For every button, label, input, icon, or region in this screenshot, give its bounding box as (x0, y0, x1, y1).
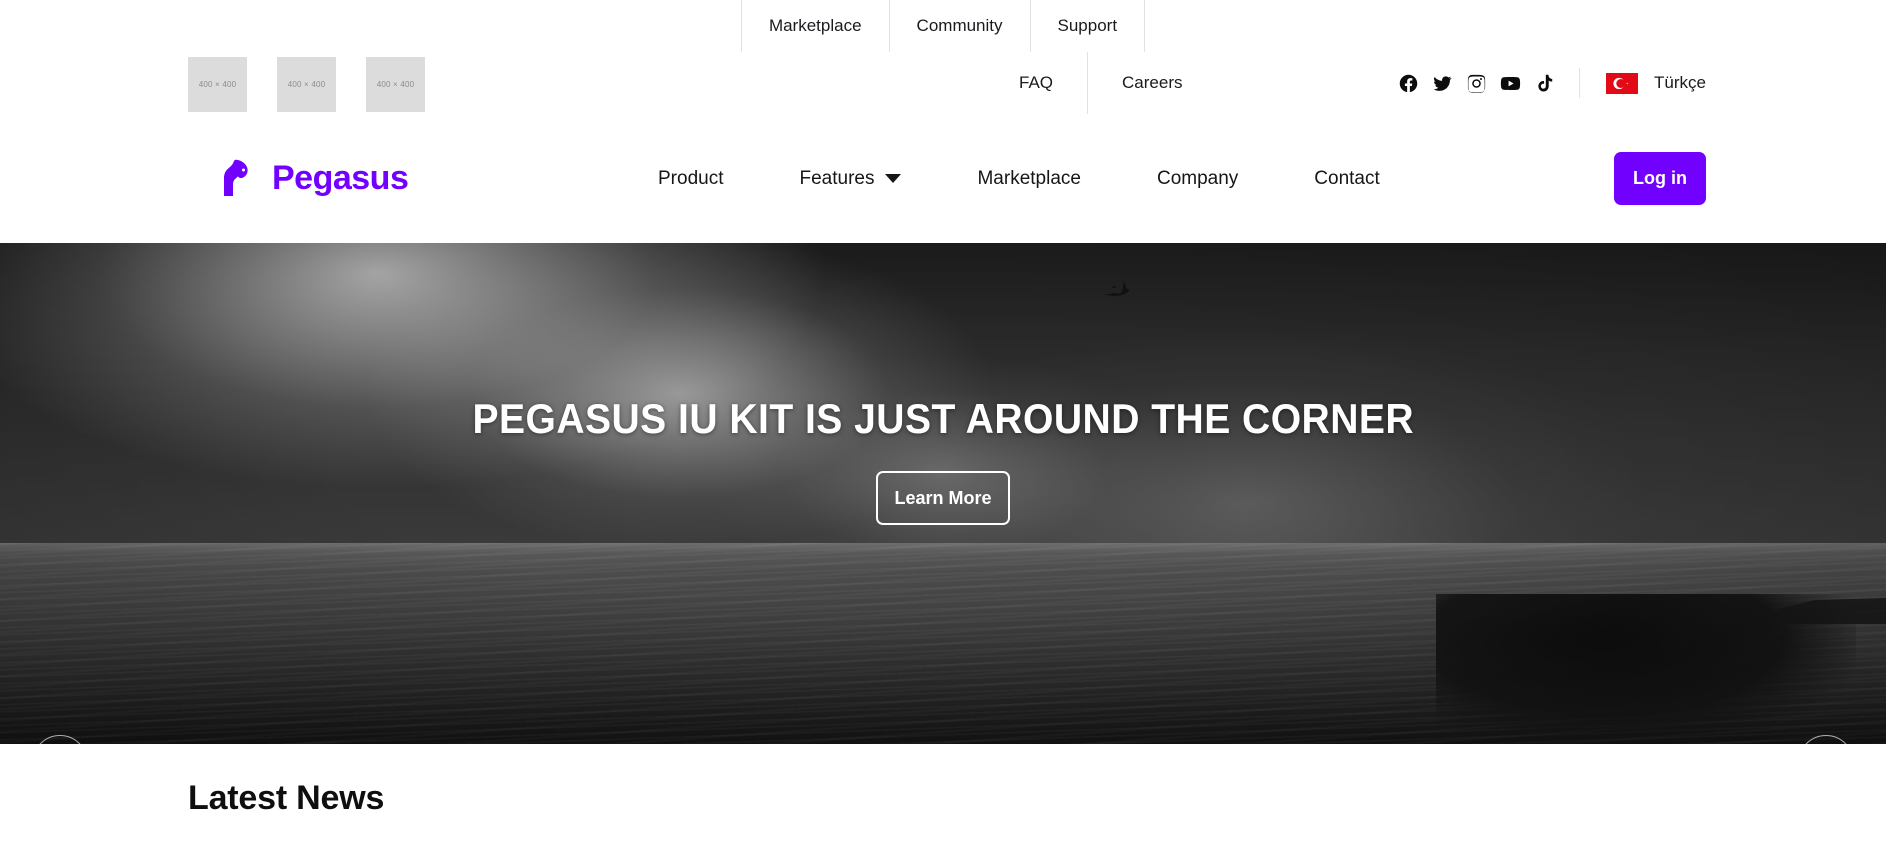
primary-nav: Product Features Marketplace Company Con… (620, 168, 1418, 190)
instagram-icon[interactable] (1466, 73, 1487, 94)
language-selector[interactable]: Türkçe (1579, 68, 1706, 98)
placeholder-image: 400 × 400 (277, 57, 336, 112)
login-button[interactable]: Log in (1614, 152, 1706, 205)
latest-news-section: Latest News (0, 744, 1886, 851)
brand-name: Pegasus (272, 159, 409, 197)
turkey-flag-icon (1606, 72, 1639, 94)
brand-logo[interactable]: Pegasus (222, 158, 409, 200)
secondary-utility-nav: FAQ Careers (985, 52, 1216, 114)
placeholder-image: 400 × 400 (366, 57, 425, 112)
hero-title: PEGASUS IU KIT IS JUST AROUND THE CORNER (472, 395, 1414, 442)
secondbar-link-faq[interactable]: FAQ (985, 52, 1087, 114)
youtube-icon[interactable] (1500, 73, 1521, 94)
language-label: Türkçe (1654, 73, 1706, 92)
twitter-icon[interactable] (1432, 73, 1453, 94)
latest-news-title: Latest News (188, 779, 385, 817)
topbar-link-community[interactable]: Community (890, 0, 1031, 52)
nav-item-label: Product (658, 167, 724, 189)
nav-item-product[interactable]: Product (620, 168, 761, 190)
social-links (1398, 73, 1579, 94)
nav-item-label: Contact (1314, 167, 1380, 189)
hero-carousel: PEGASUS IU KIT IS JUST AROUND THE CORNER… (0, 243, 1886, 744)
secondary-utility-bar: 400 × 400 400 × 400 400 × 400 FAQ Career… (0, 52, 1886, 114)
chevron-down-icon (885, 174, 902, 183)
nav-item-label: Features (799, 167, 875, 189)
secondbar-link-careers[interactable]: Careers (1087, 52, 1216, 114)
learn-more-button[interactable]: Learn More (876, 471, 1010, 525)
top-utility-bar: Marketplace Community Support (0, 0, 1886, 52)
nav-item-contact[interactable]: Contact (1276, 168, 1417, 190)
pegasus-horse-logo-icon (224, 159, 248, 196)
facebook-icon[interactable] (1398, 73, 1419, 94)
nav-item-company[interactable]: Company (1119, 168, 1276, 190)
top-utility-nav: Marketplace Community Support (740, 0, 1146, 52)
placeholder-image: 400 × 400 (188, 57, 247, 112)
social-and-language-group: Türkçe (1398, 52, 1706, 114)
tiktok-icon[interactable] (1534, 73, 1555, 94)
nav-item-marketplace[interactable]: Marketplace (939, 168, 1119, 190)
nav-item-features[interactable]: Features (761, 168, 939, 190)
nav-item-label: Company (1156, 167, 1239, 189)
hero-content: PEGASUS IU KIT IS JUST AROUND THE CORNER… (0, 243, 1886, 744)
main-navigation-bar: Pegasus Product Features Marketplace Com… (0, 114, 1886, 243)
topbar-link-marketplace[interactable]: Marketplace (740, 0, 890, 52)
placeholder-image-group: 400 × 400 400 × 400 400 × 400 (188, 57, 425, 112)
topbar-link-support[interactable]: Support (1031, 0, 1146, 52)
nav-item-label: Marketplace (977, 167, 1081, 189)
